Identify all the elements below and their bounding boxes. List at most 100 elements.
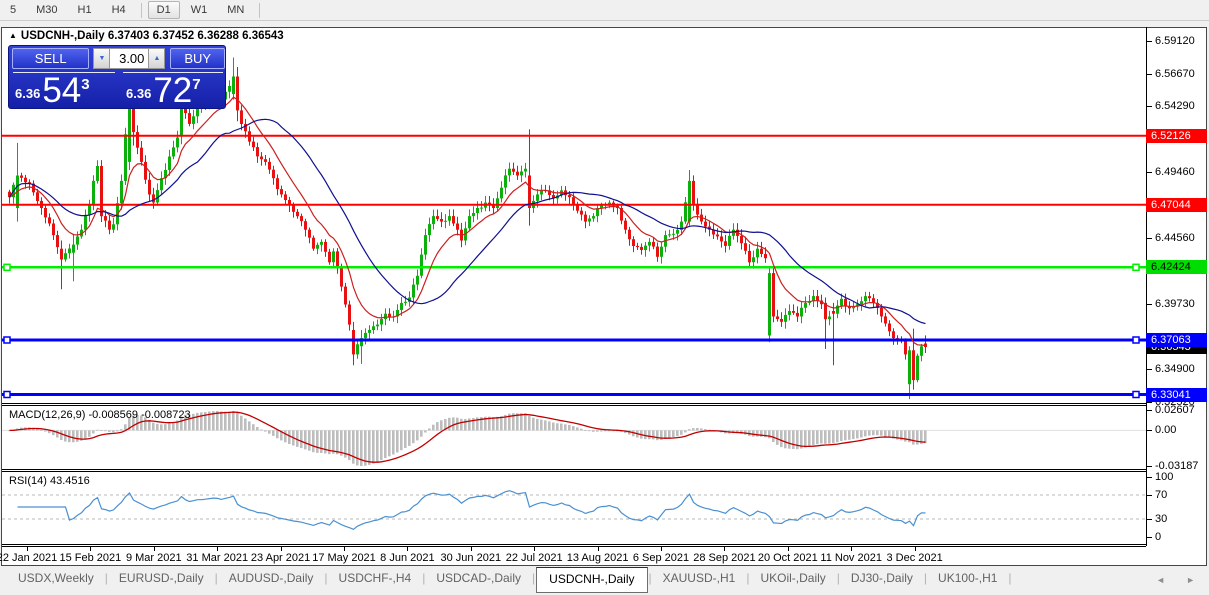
rsi-line — [17, 490, 926, 530]
volume-input[interactable] — [110, 48, 149, 69]
tabs-scroll-right-icon[interactable]: ► — [1186, 575, 1195, 585]
volume-decrease-button[interactable]: ▼ — [93, 48, 111, 69]
symbol-marker-icon: ▲ — [9, 31, 17, 40]
price-badge-6-47044: 6.47044 — [1146, 197, 1207, 212]
date-tick — [217, 547, 219, 551]
date-tick — [914, 547, 916, 551]
price-tick-label: 6.34900 — [1155, 363, 1195, 376]
mt4-terminal: 5 M30 H1 H4 D1 W1 MN ▲ USDCNH-,Daily 6.37403 6.… — [0, 0, 1209, 595]
level-handle[interactable] — [3, 336, 11, 344]
timeframe-mn[interactable]: MN — [218, 1, 253, 19]
tab-usdx-weekly[interactable]: USDX,Weekly — [8, 567, 104, 590]
buy-price-base: 6.36 — [126, 86, 152, 101]
date-tick — [90, 547, 92, 551]
tab-separator: | — [1008, 571, 1012, 585]
macd-tick-label: -0.03187 — [1155, 459, 1199, 472]
level-handle[interactable] — [3, 263, 11, 272]
ohlc-readout: 6.37403 6.37452 6.36288 6.36543 — [107, 30, 284, 42]
triangle-down-icon: ▼ — [98, 55, 106, 62]
price-badge-6-52126: 6.52126 — [1146, 128, 1207, 143]
level-handle[interactable] — [1132, 390, 1140, 399]
timeframe-h4[interactable]: H4 — [103, 1, 135, 19]
date-label: 20 Oct 2021 — [757, 552, 818, 564]
price-tick-label: 6.56670 — [1155, 68, 1195, 81]
timeframe-m30[interactable]: M30 — [27, 1, 66, 19]
rsi-tick-label: 0 — [1155, 531, 1162, 543]
triangle-up-icon: ▲ — [153, 55, 161, 62]
level-handle[interactable] — [3, 390, 11, 399]
date-tick — [661, 547, 662, 551]
macd-tick-label: 0.00 — [1155, 424, 1177, 437]
rsi-tick — [1147, 495, 1152, 496]
price-tick — [1147, 171, 1152, 173]
level-handle[interactable] — [1132, 336, 1140, 344]
tab-uk100-h1[interactable]: UK100-,H1 — [928, 567, 1007, 590]
price-tick-label: 6.39730 — [1155, 297, 1195, 310]
date-tick — [280, 547, 282, 551]
date-label: 3 Dec 2021 — [886, 552, 943, 564]
macd-tick — [1147, 465, 1152, 467]
rsi-name: RSI(14) — [9, 475, 47, 487]
sell-button[interactable]: SELL — [12, 48, 90, 69]
rsi-value: 43.4516 — [49, 475, 90, 487]
macd-name: MACD(12,26,9) — [9, 409, 86, 421]
timeframe-5[interactable]: 5 — [1, 1, 25, 19]
timeframe-h1[interactable]: H1 — [69, 1, 101, 19]
price-tick — [1147, 106, 1152, 108]
price-tick — [1147, 238, 1152, 240]
price-tick-label: 6.49460 — [1155, 165, 1195, 178]
price-tick — [1147, 41, 1152, 42]
volume-increase-button[interactable]: ▲ — [148, 48, 166, 69]
date-label: 13 Aug 2021 — [566, 552, 629, 564]
buy-button[interactable]: BUY — [170, 48, 225, 69]
timeframe-w1[interactable]: W1 — [182, 1, 217, 19]
tab-xauusd-h1[interactable]: XAUUSD-,H1 — [653, 567, 746, 590]
price-tick-label: 6.59120 — [1155, 35, 1195, 47]
tabs-scroll-left-icon[interactable]: ◄ — [1156, 575, 1165, 585]
date-label: 30 Jun 2021 — [440, 552, 502, 564]
chart-tabs-bar: USDX,Weekly | EURUSD-,Daily | AUDUSD-,Daily |… — [0, 567, 1209, 595]
date-tick — [407, 547, 409, 551]
rsi-pane-splitter[interactable] — [2, 469, 1146, 472]
buy-price-big: 72 — [153, 71, 193, 109]
chart-title: ▲ USDCNH-,Daily 6.37403 6.37452 6.36288 6… — [9, 30, 284, 42]
tab-eurusd-daily[interactable]: EURUSD-,Daily — [109, 567, 214, 590]
tab-usdcnh-daily[interactable]: USDCNH-,Daily — [536, 567, 648, 593]
volume-stepper: ▼ ▲ — [93, 48, 166, 69]
sell-price-base: 6.36 — [15, 86, 41, 101]
rsi-pane[interactable] — [2, 472, 1146, 544]
rsi-tick-label: 70 — [1155, 489, 1168, 501]
date-tick — [787, 547, 789, 551]
date-tick — [344, 547, 345, 551]
tab-usdcad-daily[interactable]: USDCAD-,Daily — [426, 567, 531, 590]
date-label: 28 Sep 2021 — [693, 552, 756, 564]
sell-price-sup: 3 — [81, 76, 90, 93]
price-tick-label: 6.54290 — [1155, 100, 1195, 113]
buy-price[interactable]: 6.36727 — [126, 73, 201, 108]
tab-usdchf-h4[interactable]: USDCHF-,H4 — [329, 567, 422, 590]
price-badge-6-37063: 6.37063 — [1146, 332, 1207, 347]
date-tick — [470, 547, 472, 551]
rsi-tick — [1147, 537, 1152, 538]
macd-values: -0.008569 -0.008723 — [88, 409, 191, 421]
macd-tick — [1147, 410, 1152, 411]
tab-dj30-daily[interactable]: DJ30-,Daily — [841, 567, 923, 590]
xaxis-splitter — [2, 544, 1146, 547]
level-handle[interactable] — [1132, 263, 1140, 272]
sell-price[interactable]: 6.36543 — [15, 73, 90, 108]
trade-controls-row: SELL ▼ ▲ BUY — [9, 48, 225, 69]
rsi-tick-label: 30 — [1155, 513, 1168, 525]
tab-ukoil-daily[interactable]: UKOil-,Daily — [750, 567, 835, 590]
date-label: 8 Jun 2021 — [380, 552, 435, 564]
tab-audusd-daily[interactable]: AUDUSD-,Daily — [219, 567, 324, 590]
price-tick — [1147, 303, 1152, 305]
date-label: 15 Feb 2021 — [59, 552, 122, 564]
date-label: 22 Jul 2021 — [505, 552, 563, 564]
macd-label: MACD(12,26,9) -0.008569 -0.008723 — [9, 409, 191, 421]
date-label: 6 Sep 2021 — [632, 552, 690, 564]
timeframe-d1[interactable]: D1 — [147, 1, 180, 19]
date-tick — [851, 547, 853, 551]
macd-pane-splitter[interactable] — [2, 403, 1146, 406]
price-tick — [1147, 401, 1152, 403]
date-label: 23 Apr 2021 — [250, 552, 311, 564]
